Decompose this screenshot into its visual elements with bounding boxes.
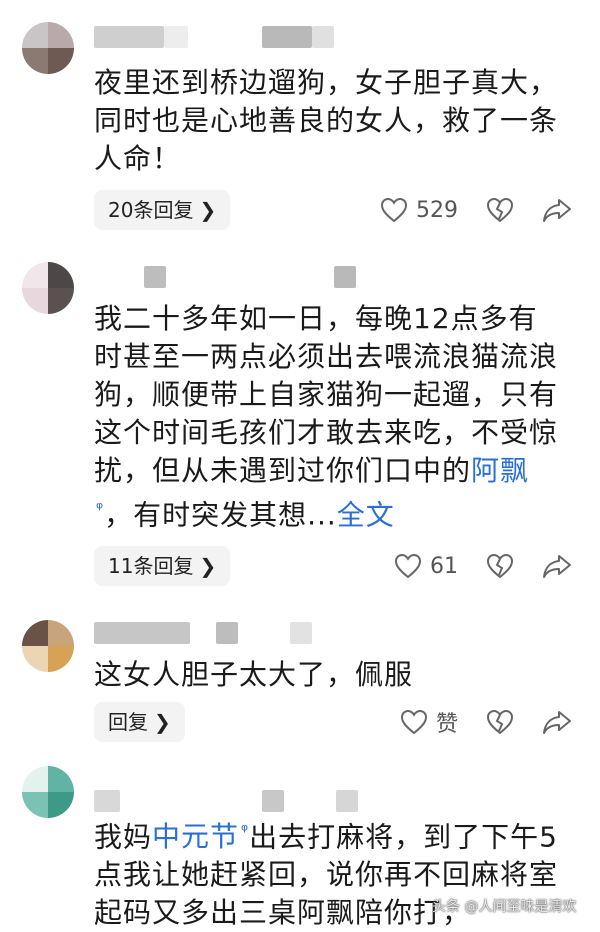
dislike-button[interactable]: [486, 709, 514, 735]
broken-heart-icon: [486, 197, 514, 223]
dislike-button[interactable]: [486, 553, 514, 579]
username-blurred[interactable]: [94, 622, 190, 644]
search-icon: ᵠ: [241, 821, 250, 841]
meta-blurred: [216, 622, 238, 644]
avatar[interactable]: [22, 620, 74, 672]
replies-label: 回复: [108, 710, 148, 734]
comment-actions: 赞: [372, 702, 572, 742]
chevron-right-icon: ❯: [199, 554, 217, 578]
like-label: 赞: [435, 712, 458, 737]
view-replies-button[interactable]: 11条回复 ❯: [94, 546, 231, 586]
view-replies-button[interactable]: 20条回复 ❯: [94, 190, 231, 230]
dislike-button[interactable]: [486, 197, 514, 223]
comment-actions: 61: [366, 546, 572, 586]
meta-blurred: [336, 790, 358, 812]
like-button[interactable]: 赞: [400, 706, 458, 738]
heart-icon: [394, 553, 422, 579]
meta-blurred: [262, 26, 312, 48]
like-count: 61: [430, 553, 458, 579]
share-arrow-icon: [542, 197, 572, 223]
broken-heart-icon: [486, 709, 514, 735]
comment-text: 夜里还到桥边遛狗，女子胆子真大，同时也是心地善良的女人，救了一条人命！: [94, 66, 559, 175]
replies-label: 20条回复: [108, 198, 194, 222]
comment-text-part: ，有时突发其想...: [104, 498, 337, 532]
heart-icon: [380, 197, 408, 223]
comment-text-part: 我妈: [94, 820, 153, 854]
username-blurred[interactable]: [94, 26, 164, 48]
search-icon: ᵠ: [96, 499, 105, 519]
topic-link[interactable]: 中元节 ᵠ: [152, 820, 249, 853]
username-blurred[interactable]: [94, 790, 120, 812]
watermark: 头条 @人间至味是清欢: [432, 899, 577, 915]
avatar[interactable]: [22, 766, 74, 818]
share-button[interactable]: [542, 553, 572, 579]
share-button[interactable]: [542, 709, 572, 735]
chevron-right-icon: ❯: [199, 198, 217, 222]
full-text-link[interactable]: 全文: [337, 498, 395, 531]
reply-button[interactable]: 回复 ❯: [94, 702, 185, 742]
share-arrow-icon: [542, 553, 572, 579]
meta-blurred: [334, 266, 356, 288]
heart-icon: [400, 709, 428, 735]
meta-blurred: [290, 622, 312, 644]
username-blurred[interactable]: [144, 266, 166, 288]
comment-text: 这女人胆子太大了，佩服: [94, 658, 414, 691]
topic-link-label: 阿飘: [471, 454, 530, 487]
broken-heart-icon: [486, 553, 514, 579]
topic-link-label: 中元节: [152, 820, 240, 854]
share-arrow-icon: [542, 709, 572, 735]
avatar[interactable]: [22, 22, 74, 74]
like-button[interactable]: 529: [380, 197, 458, 223]
avatar[interactable]: [22, 262, 74, 314]
comment-actions: 529: [352, 190, 572, 230]
chevron-right-icon: ❯: [154, 710, 171, 734]
replies-label: 11条回复: [108, 554, 194, 578]
like-count: 529: [416, 197, 458, 223]
username-blurred: [164, 26, 188, 48]
meta-blurred: [262, 790, 284, 812]
like-button[interactable]: 61: [394, 553, 458, 579]
comment-text: 我二十多年如一日，每晚12点多有时甚至一两点必须出去喂流浪猫流浪狗，顺便带上自家…: [94, 300, 564, 534]
meta-blurred: [312, 26, 334, 48]
share-button[interactable]: [542, 197, 572, 223]
